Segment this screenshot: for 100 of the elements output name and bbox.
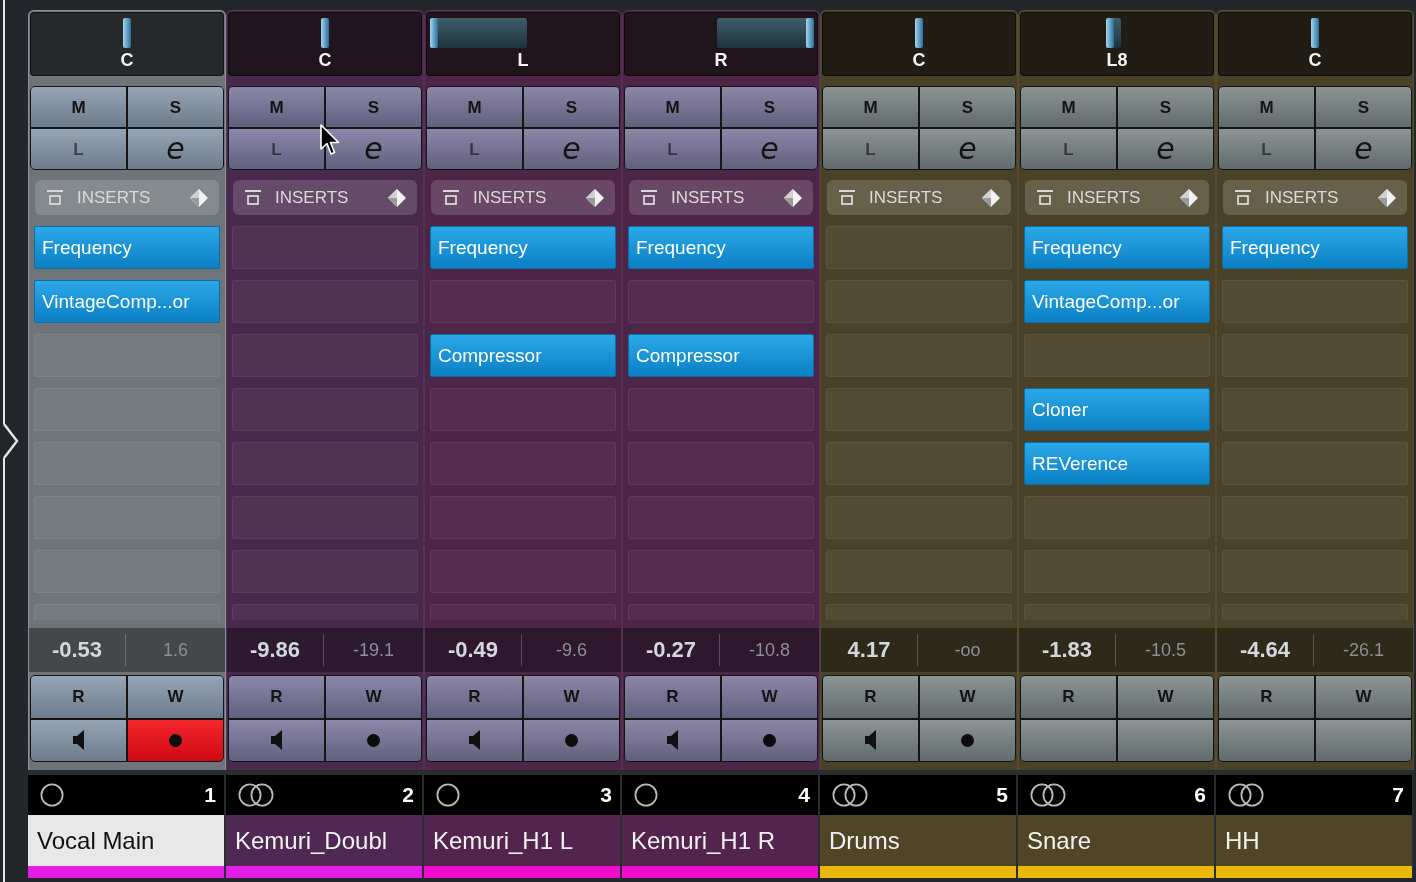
empty-button[interactable]	[1219, 719, 1314, 761]
chevron-right-icon[interactable]	[2, 424, 20, 458]
pan-thumb[interactable]	[430, 18, 438, 48]
toggle-button[interactable]: S	[1316, 87, 1411, 127]
diamond-icon[interactable]	[1179, 187, 1199, 208]
double-ring-icon[interactable]	[238, 783, 274, 807]
volume-readout[interactable]: -0.49	[425, 637, 521, 663]
toggle-button[interactable]: S	[524, 87, 619, 127]
toggle-button[interactable]: W	[920, 676, 1015, 718]
toggle-button[interactable]: S	[128, 87, 223, 127]
empty-button[interactable]	[1021, 719, 1116, 761]
toggle-button[interactable]: S	[920, 87, 1015, 127]
peak-readout[interactable]: 1.6	[126, 639, 225, 661]
peak-readout[interactable]: -26.1	[1314, 639, 1413, 661]
peak-readout[interactable]: -oo	[918, 639, 1017, 661]
pan-thumb[interactable]	[1311, 18, 1319, 48]
diamond-icon[interactable]	[1377, 187, 1397, 208]
peak-readout[interactable]: -10.5	[1116, 639, 1215, 661]
bar-over-box-icon[interactable]	[443, 190, 459, 205]
toggle-button[interactable]: M	[1021, 87, 1116, 127]
plugin-slot[interactable]: Compressor	[430, 334, 616, 377]
channel-name[interactable]: Drums	[820, 815, 1018, 866]
channel-name[interactable]: Snare	[1018, 815, 1216, 866]
volume-readout[interactable]: -1.83	[1019, 637, 1115, 663]
monitor-button[interactable]	[823, 719, 918, 761]
diamond-icon[interactable]	[783, 187, 803, 208]
toggle-button[interactable]: R	[31, 676, 126, 718]
ring-icon[interactable]	[436, 783, 460, 807]
diamond-icon[interactable]	[387, 187, 407, 208]
plugin-slot[interactable]: Compressor	[628, 334, 814, 377]
volume-readout[interactable]: -4.64	[1217, 637, 1313, 663]
plugin-slot[interactable]: Frequency	[628, 226, 814, 269]
ring-icon[interactable]	[40, 783, 64, 807]
edit-button[interactable]: e	[920, 129, 1015, 169]
toggle-button[interactable]: M	[823, 87, 918, 127]
edit-button[interactable]: e	[722, 129, 817, 169]
channel-name[interactable]: Kemuri_H1 R	[622, 815, 820, 866]
plugin-slot[interactable]: Frequency	[1024, 226, 1210, 269]
plugin-slot[interactable]: Frequency	[430, 226, 616, 269]
toggle-button[interactable]: R	[229, 676, 324, 718]
toggle-button[interactable]: S	[326, 87, 421, 127]
plugin-slot[interactable]: VintageComp...or	[1024, 280, 1210, 323]
toggle-button[interactable]: R	[1219, 676, 1314, 718]
empty-button[interactable]	[1316, 719, 1411, 761]
plugin-slot[interactable]: Frequency	[1222, 226, 1408, 269]
toggle-button[interactable]: M	[625, 87, 720, 127]
toggle-button[interactable]: W	[128, 676, 223, 718]
record-button[interactable]	[128, 719, 223, 761]
peak-readout[interactable]: -10.8	[720, 639, 819, 661]
record-button[interactable]	[722, 719, 817, 761]
channel-name[interactable]: Kemuri_H1 L	[424, 815, 622, 866]
monitor-button[interactable]	[31, 719, 126, 761]
toggle-button[interactable]: M	[31, 87, 126, 127]
double-ring-icon[interactable]	[1228, 783, 1264, 807]
pan-thumb[interactable]	[806, 18, 814, 48]
diamond-icon[interactable]	[189, 187, 209, 208]
record-button[interactable]	[524, 719, 619, 761]
toggle-button[interactable]: R	[625, 676, 720, 718]
empty-button[interactable]	[1118, 719, 1213, 761]
toggle-button[interactable]: S	[722, 87, 817, 127]
plugin-slot[interactable]: VintageComp...or	[34, 280, 220, 323]
bar-over-box-icon[interactable]	[245, 190, 261, 205]
toggle-button[interactable]: W	[524, 676, 619, 718]
toggle-button[interactable]: W	[326, 676, 421, 718]
pan-thumb[interactable]	[1105, 18, 1114, 48]
monitor-button[interactable]	[427, 719, 522, 761]
volume-readout[interactable]: -0.53	[29, 637, 125, 663]
toggle-button[interactable]: R	[427, 676, 522, 718]
edit-button[interactable]: e	[1316, 129, 1411, 169]
bar-over-box-icon[interactable]	[839, 190, 855, 205]
toggle-button[interactable]: M	[427, 87, 522, 127]
diamond-icon[interactable]	[981, 187, 1001, 208]
toggle-button[interactable]: W	[1316, 676, 1411, 718]
pan-thumb[interactable]	[123, 18, 131, 48]
volume-readout[interactable]: 4.17	[821, 637, 917, 663]
monitor-button[interactable]	[229, 719, 324, 761]
pan-thumb[interactable]	[321, 18, 329, 48]
double-ring-icon[interactable]	[832, 783, 868, 807]
bar-over-box-icon[interactable]	[641, 190, 657, 205]
edit-button[interactable]: e	[128, 129, 223, 169]
bar-over-box-icon[interactable]	[1037, 190, 1053, 205]
channel-name[interactable]: Vocal Main	[28, 815, 226, 866]
plugin-slot[interactable]: Frequency	[34, 226, 220, 269]
toggle-button[interactable]: W	[1118, 676, 1213, 718]
record-button[interactable]	[326, 719, 421, 761]
volume-readout[interactable]: -9.86	[227, 637, 323, 663]
channel-name[interactable]: Kemuri_Doubl	[226, 815, 424, 866]
monitor-button[interactable]	[625, 719, 720, 761]
toggle-button[interactable]: R	[823, 676, 918, 718]
toggle-button[interactable]: W	[722, 676, 817, 718]
toggle-button[interactable]: R	[1021, 676, 1116, 718]
record-button[interactable]	[920, 719, 1015, 761]
pan-thumb[interactable]	[915, 18, 923, 48]
toggle-button[interactable]: S	[1118, 87, 1213, 127]
diamond-icon[interactable]	[585, 187, 605, 208]
peak-readout[interactable]: -19.1	[324, 639, 423, 661]
bar-over-box-icon[interactable]	[1235, 190, 1251, 205]
plugin-slot[interactable]: REVerence	[1024, 442, 1210, 485]
volume-readout[interactable]: -0.27	[623, 637, 719, 663]
plugin-slot[interactable]: Cloner	[1024, 388, 1210, 431]
